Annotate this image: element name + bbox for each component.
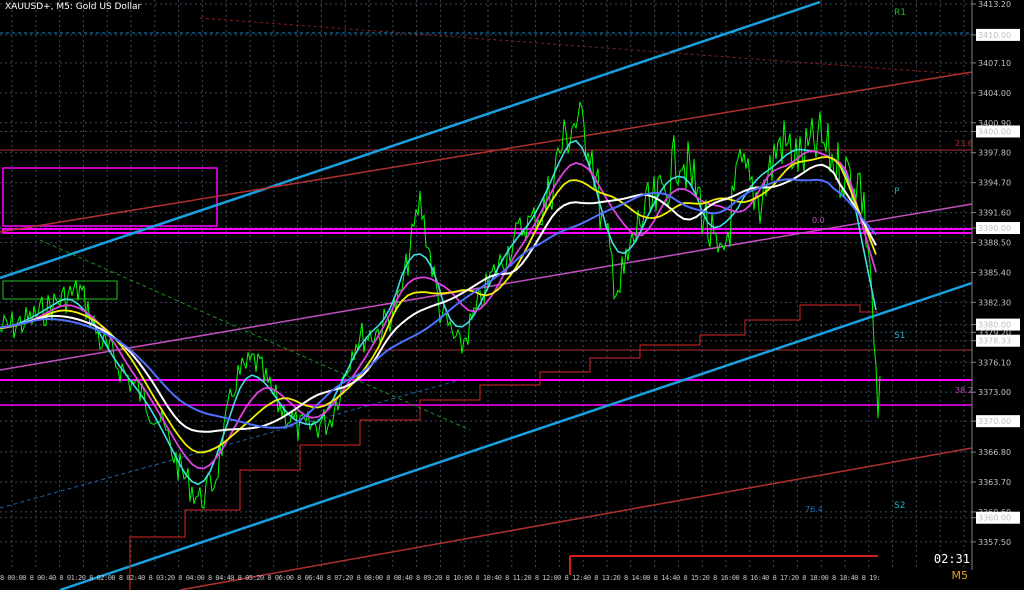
price-chart[interactable]: R1 P S1 S2 23.6 0.0 38.2 76.4 3413.20 3410.00 340…: [0, 0, 1024, 590]
fibo-382: 38.2: [955, 386, 973, 395]
bar-countdown: 02:31: [933, 552, 970, 566]
price-tag: 3390.00: [978, 224, 1011, 233]
price-tick: 3366.80: [978, 448, 1011, 457]
price-tick: 3357.50: [978, 538, 1011, 547]
timeframe-label: M5: [951, 569, 969, 582]
price-tick: 3385.40: [978, 268, 1011, 277]
price-tick: 3394.70: [978, 179, 1011, 188]
price-tick: 3382.30: [978, 298, 1011, 307]
price-tick: 3413.20: [978, 0, 1011, 9]
price-tag: 3360.00: [978, 514, 1011, 523]
price-tick: 3397.80: [978, 149, 1011, 158]
price-tick: 3376.10: [978, 358, 1011, 367]
price-tick: 3373.00: [978, 388, 1011, 397]
price-tick: 3404.00: [978, 89, 1011, 98]
pivot-r1: R1: [894, 8, 906, 18]
price-tick: 3391.60: [978, 209, 1011, 218]
price-tick: 3407.10: [978, 59, 1011, 68]
fibo-0: 0.0: [812, 216, 825, 225]
price-tag: 3410.00: [978, 31, 1011, 40]
chart-title: XAUUSD+, M5: Gold US Dollar: [5, 2, 142, 12]
pivot-p: P: [894, 187, 900, 197]
price-tag: 3370.00: [978, 417, 1011, 426]
price-tick: 3363.70: [978, 478, 1011, 487]
price-tick: 3388.50: [978, 239, 1011, 248]
time-axis: 8 00:00 8 00:40 8 01:20 8 02:00 8 02:40 …: [0, 574, 880, 582]
pivot-s2: S2: [894, 501, 905, 511]
fibo-236: 23.6: [955, 139, 973, 148]
price-axis: 3413.203410.003407.103404.003400.903400.…: [971, 0, 1024, 590]
fibo-764: 76.4: [805, 505, 823, 514]
price-tag: 3400.00: [978, 127, 1011, 136]
price-tag: 3378.33: [978, 337, 1011, 346]
pivot-s1: S1: [894, 331, 905, 341]
